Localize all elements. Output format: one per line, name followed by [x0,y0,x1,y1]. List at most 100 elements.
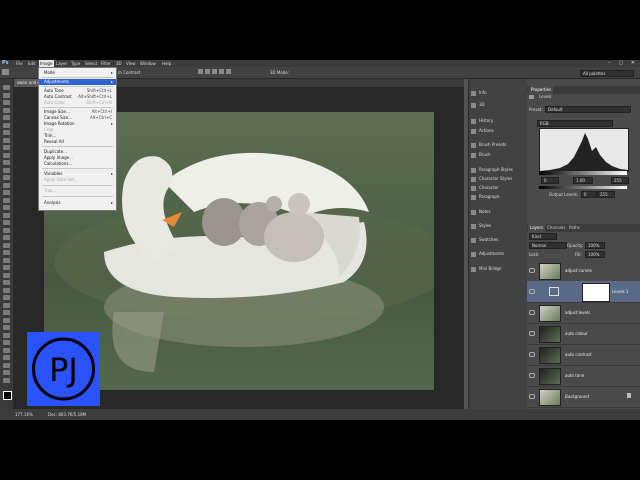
menu-edit[interactable]: Edit [28,60,36,67]
tool-icon[interactable] [3,205,10,210]
tool-icon[interactable] [3,295,10,300]
workspace-select[interactable]: All palettes [580,70,634,77]
tool-icon[interactable] [3,145,10,150]
layer-row[interactable]: Background [527,386,640,408]
menu-item[interactable]: Apply Data Set... [39,177,116,183]
dock-info[interactable]: Info [471,88,525,97]
tool-icon[interactable] [3,130,10,135]
layer-row[interactable]: auto contrast [527,344,640,366]
layer-row[interactable]: adjust curves [527,260,640,282]
tool-icon[interactable] [3,107,10,113]
tab-layers[interactable]: Layers [528,224,546,232]
visibility-eye-icon[interactable] [529,268,535,273]
tool-icon[interactable] [3,212,10,218]
opacity-value[interactable]: 100% [585,242,605,249]
layer-row[interactable]: auto colour [527,323,640,345]
move-tool-icon[interactable] [2,69,9,75]
tab-channels[interactable]: Channels [545,224,568,232]
tab-properties[interactable]: Properties [529,86,554,94]
tool-icon[interactable] [3,355,10,360]
tool-icon[interactable] [3,100,10,105]
tool-icon[interactable] [3,302,10,308]
tool-icon[interactable] [3,227,10,233]
menu-filter[interactable]: Filter [101,60,111,67]
tool-icon[interactable] [3,250,10,255]
input-black[interactable]: 0 [541,177,559,184]
tool-icon[interactable] [3,220,10,225]
tool-icon[interactable] [3,347,10,353]
menu-window[interactable]: Window [140,60,156,67]
menu-3d[interactable]: 3D [116,60,122,67]
menu-item[interactable]: Calculations... [39,161,116,167]
zoom-level[interactable]: 177.16% [15,409,33,420]
visibility-eye-icon[interactable] [529,373,535,378]
dock-swatches[interactable]: Swatches [471,235,525,244]
dock-paragraph[interactable]: Paragraph [471,192,525,201]
tool-icon[interactable] [3,272,10,278]
tool-icon[interactable] [3,280,10,285]
dock-brush[interactable]: Brush [471,150,525,159]
dock-character[interactable]: Character [471,183,525,192]
dock-character-styles[interactable]: Character Styles [471,174,525,183]
tool-icon[interactable] [3,310,10,315]
menu-help[interactable]: Help [162,60,171,67]
dock-brush-presets[interactable]: Brush Presets [471,140,525,149]
tool-icon[interactable] [3,257,10,263]
menu-item[interactable]: Mode ▸ [39,70,116,76]
tool-icon[interactable] [3,317,10,323]
dock-mini-bridge[interactable]: Mini Bridge [471,264,525,273]
dock-styles[interactable]: Styles [471,221,525,230]
tool-icon[interactable] [3,190,10,195]
dock-adjustments[interactable]: Adjustments [471,249,525,258]
output-black[interactable]: 0 [581,191,597,198]
menu-view[interactable]: View [126,60,136,67]
menu-item[interactable]: Reveal All [39,139,116,145]
blend-mode-select[interactable]: Normal [529,242,567,249]
fill-value[interactable]: 100% [585,251,605,258]
visibility-eye-icon[interactable] [529,310,535,315]
foreground-color-swatch[interactable] [3,391,12,400]
tool-icon[interactable] [3,362,10,368]
tool-icon[interactable] [3,287,10,293]
tab-paths[interactable]: Paths [567,224,582,232]
visibility-eye-icon[interactable] [529,394,535,399]
window-controls[interactable]: – ▢ ✕ [608,60,638,67]
menu-type[interactable]: Type [71,60,80,67]
menu-layer[interactable]: Layer [56,60,67,67]
tool-icon[interactable] [3,115,10,120]
preset-select[interactable]: Default [545,106,631,113]
tool-icon[interactable] [3,340,10,345]
tool-icon[interactable] [3,122,10,128]
tool-icon[interactable] [3,92,10,98]
visibility-eye-icon[interactable] [529,289,535,294]
tool-icon[interactable] [3,242,10,248]
tool-icon[interactable] [3,197,10,203]
output-white[interactable]: 255 [597,191,615,198]
visibility-eye-icon[interactable] [529,352,535,357]
input-white[interactable]: 255 [611,177,629,184]
dock-notes[interactable]: Notes [471,207,525,216]
input-levels-slider[interactable] [539,171,627,175]
tool-icon[interactable] [3,182,10,188]
tool-icon[interactable] [3,160,10,165]
layer-row-selected[interactable]: Levels 1 [527,281,640,303]
tool-icon[interactable] [3,332,10,338]
tool-icon[interactable] [3,235,10,240]
menu-image[interactable]: Image [39,60,54,67]
layer-row[interactable]: adjust levels [527,302,640,324]
tool-icon[interactable] [3,265,10,270]
input-gamma[interactable]: 1.00 [573,177,593,184]
tool-icon[interactable] [3,377,10,383]
tool-icon[interactable] [3,152,10,158]
tool-icon[interactable] [3,325,10,330]
dock-3d[interactable]: 3D [471,100,525,109]
layer-row[interactable]: auto tone [527,365,640,387]
channel-select[interactable]: RGB [537,120,613,127]
tool-icon[interactable] [3,175,10,180]
menu-item-highlighted[interactable]: Adjustments ▸ [39,79,116,85]
menu-file[interactable]: File [16,60,23,67]
dock-paragraph-styles[interactable]: Paragraph Styles [471,165,525,174]
dock-actions[interactable]: Actions [471,126,525,135]
tool-icon[interactable] [3,370,10,375]
layer-filter-kind[interactable]: Kind [529,233,557,240]
